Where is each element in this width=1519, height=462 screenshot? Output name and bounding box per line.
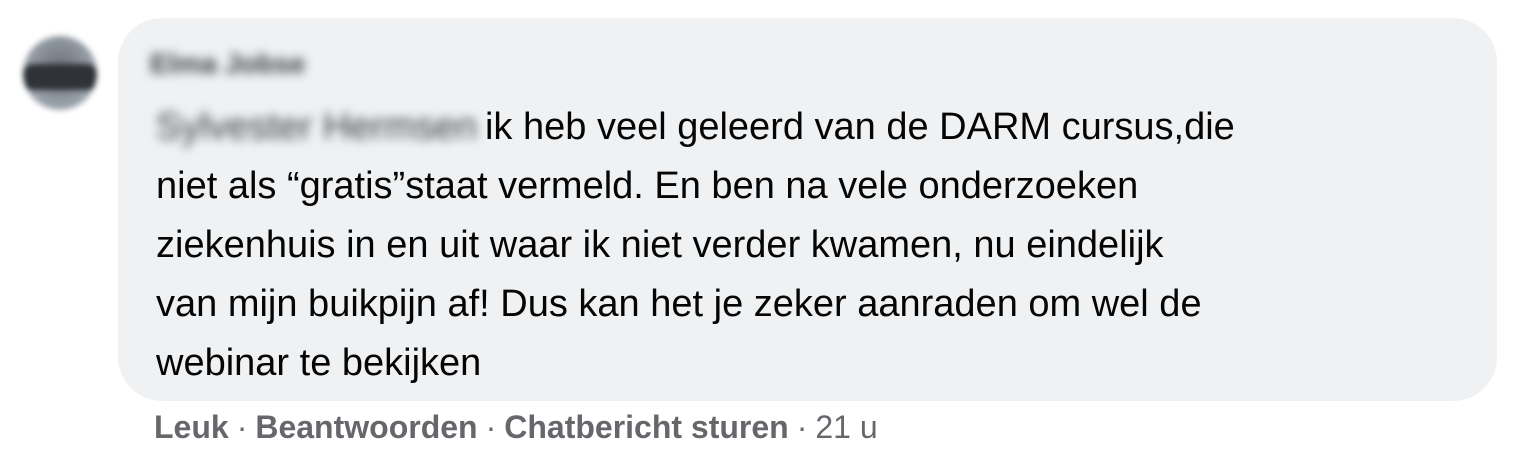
comment-timestamp[interactable]: 21 u (815, 409, 877, 445)
comment-line-1: Sylvester Hermsen ik heb veel geleerd van… (156, 98, 1476, 157)
separator: · (485, 409, 497, 445)
separator: · (796, 409, 808, 445)
separator: · (236, 409, 248, 445)
comment-author-name[interactable]: Elma Jobse (150, 48, 306, 80)
send-message-button[interactable]: Chatbericht sturen (504, 409, 788, 445)
comment-line-text: ik heb veel geleerd van de DARM cursus,d… (484, 106, 1235, 148)
comment-line-2: niet als “gratis”staat vermeld. En ben n… (156, 165, 1139, 207)
avatar[interactable] (23, 36, 97, 110)
comment-actions: Leuk · Beantwoorden · Chatbericht sturen · 21 … (154, 409, 878, 446)
comment-line-5: webinar te bekijken (156, 342, 482, 384)
avatar-image (23, 64, 97, 90)
mention-link[interactable]: Sylvester Hermsen (156, 98, 477, 157)
comment-text: Sylvester Hermsen ik heb veel geleerd van… (156, 98, 1476, 393)
like-button[interactable]: Leuk (154, 409, 229, 445)
reply-button[interactable]: Beantwoorden (255, 409, 477, 445)
comment-line-4: van mijn buikpijn af! Dus kan het je zek… (156, 283, 1202, 325)
comment-line-3: ziekenhuis in en uit waar ik niet verder… (156, 224, 1164, 266)
